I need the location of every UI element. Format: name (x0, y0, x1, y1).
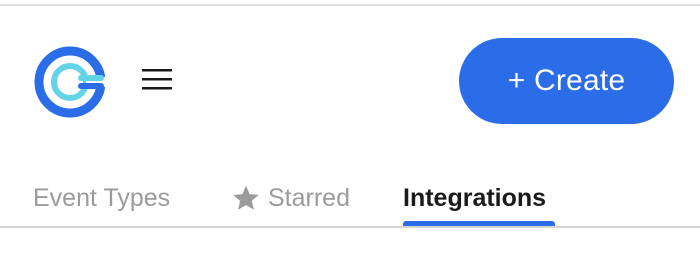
menu-icon[interactable] (140, 66, 174, 94)
tab-starred[interactable]: Starred (232, 178, 350, 218)
tab-label: Event Types (33, 183, 171, 212)
tab-bar: Event Types Starred Integrations (0, 160, 700, 228)
bottom-divider (0, 226, 700, 228)
tab-event-types[interactable]: Event Types (33, 178, 170, 218)
star-icon (233, 185, 259, 210)
top-divider (0, 4, 700, 6)
logo-icon[interactable] (34, 42, 114, 122)
create-button[interactable]: + Create (459, 38, 674, 124)
tab-label: Integrations (403, 183, 547, 212)
tab-label: Starred (268, 183, 350, 212)
tab-integrations[interactable]: Integrations (403, 178, 546, 218)
